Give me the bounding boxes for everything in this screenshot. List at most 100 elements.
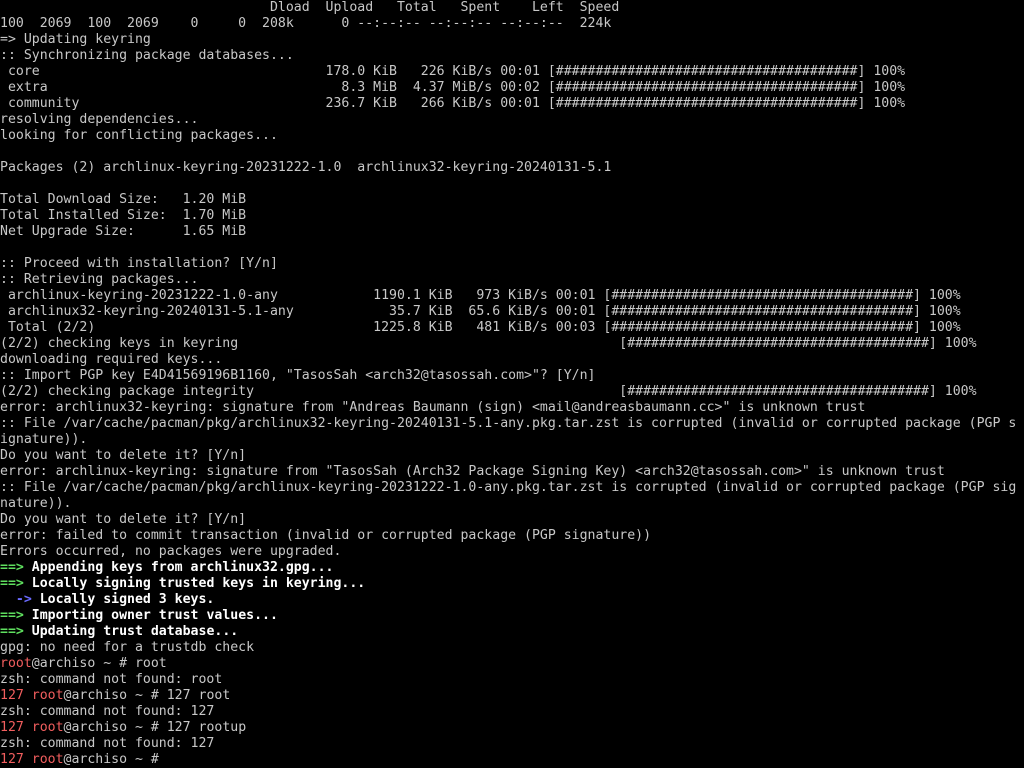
terminal-line: error: failed to commit transaction (inv… (0, 528, 1024, 544)
terminal-text: ==> (0, 608, 24, 623)
terminal-text: error: archlinux-keyring: signature from… (0, 464, 945, 479)
terminal-text: Dload Upload Total Spent Left Speed (0, 0, 620, 15)
terminal-text: ignature)). (0, 432, 88, 447)
terminal-line: nature)). (0, 496, 1024, 512)
terminal-line: 100 2069 100 2069 0 0 208k 0 --:--:-- --… (0, 16, 1024, 32)
terminal-text: Net Upgrade Size: 1.65 MiB (0, 224, 247, 239)
terminal-text: -> (0, 592, 32, 607)
terminal-text: zsh: command not found: root (0, 672, 223, 687)
terminal-text: 127 root (0, 688, 64, 703)
terminal-line: looking for conflicting packages... (0, 128, 1024, 144)
terminal-text: (2/2) checking package integrity [######… (0, 384, 977, 399)
terminal-text: downloading required keys... (0, 352, 223, 367)
terminal-text: archlinux32-keyring-20240131-5.1-any 35.… (0, 304, 961, 319)
terminal-line: downloading required keys... (0, 352, 1024, 368)
terminal-line: :: File /var/cache/pacman/pkg/archlinux3… (0, 416, 1024, 432)
terminal-text: nature)). (0, 496, 72, 511)
terminal-text: @archiso ~ # 127 rootup (63, 720, 247, 735)
terminal-text: Updating trust database... (23, 624, 239, 639)
terminal-screen[interactable]: Dload Upload Total Spent Left Speed 100 2… (0, 0, 1024, 768)
terminal-text: gpg: no need for a trustdb check (0, 640, 255, 655)
terminal-text: @archiso ~ # root (31, 656, 167, 671)
terminal-line: Do you want to delete it? [Y/n] (0, 448, 1024, 464)
terminal-text: :: File /var/cache/pacman/pkg/archlinux3… (0, 416, 1017, 431)
terminal-line: core 178.0 KiB 226 KiB/s 00:01 [########… (0, 64, 1024, 80)
terminal-line: ignature)). (0, 432, 1024, 448)
terminal-line: Total (2/2) 1225.8 KiB 481 KiB/s 00:03 [… (0, 320, 1024, 336)
terminal-text: @archiso ~ # 127 root (63, 688, 231, 703)
terminal-text: 127 root (0, 720, 64, 735)
terminal-line: resolving dependencies... (0, 112, 1024, 128)
terminal-line: :: Synchronizing package databases... (0, 48, 1024, 64)
terminal-text: error: failed to commit transaction (inv… (0, 528, 652, 543)
terminal-line: ==> Updating trust database... (0, 624, 1024, 640)
terminal-text: (2/2) checking keys in keyring [########… (0, 336, 977, 351)
terminal-text: community 236.7 KiB 266 KiB/s 00:01 [###… (0, 96, 906, 111)
terminal-line: Total Download Size: 1.20 MiB (0, 192, 1024, 208)
terminal-line: community 236.7 KiB 266 KiB/s 00:01 [###… (0, 96, 1024, 112)
terminal-text: Errors occurred, no packages were upgrad… (0, 544, 342, 559)
terminal-line: gpg: no need for a trustdb check (0, 640, 1024, 656)
terminal-line: zsh: command not found: 127 (0, 704, 1024, 720)
terminal-text: error: archlinux32-keyring: signature fr… (0, 400, 866, 415)
terminal-text: root (0, 656, 32, 671)
terminal-text: :: Synchronizing package databases... (0, 48, 294, 63)
terminal-text: looking for conflicting packages... (0, 128, 278, 143)
terminal-text: :: Retrieving packages... (0, 272, 199, 287)
terminal-text: Do you want to delete it? [Y/n] (0, 512, 247, 527)
terminal-text: 100 2069 100 2069 0 0 208k 0 --:--:-- --… (0, 16, 612, 31)
terminal-text: 127 root (0, 752, 64, 767)
terminal-line: 127 root@archiso ~ # 127 rootup (0, 720, 1024, 736)
terminal-line: zsh: command not found: 127 (0, 736, 1024, 752)
terminal-line: (2/2) checking package integrity [######… (0, 384, 1024, 400)
terminal-line: ==> Locally signing trusted keys in keyr… (0, 576, 1024, 592)
terminal-line: ==> Appending keys from archlinux32.gpg.… (0, 560, 1024, 576)
terminal-text: ==> (0, 576, 24, 591)
terminal-line: error: archlinux-keyring: signature from… (0, 464, 1024, 480)
terminal-line: Total Installed Size: 1.70 MiB (0, 208, 1024, 224)
terminal-line: -> Locally signed 3 keys. (0, 592, 1024, 608)
terminal-line: Packages (2) archlinux-keyring-20231222-… (0, 160, 1024, 176)
terminal-line: Errors occurred, no packages were upgrad… (0, 544, 1024, 560)
terminal-text: Appending keys from archlinux32.gpg... (23, 560, 334, 575)
terminal-text: :( (167, 752, 1024, 767)
terminal-line: Net Upgrade Size: 1.65 MiB (0, 224, 1024, 240)
terminal-line: 127 root@archiso ~ # :( (0, 752, 1024, 768)
terminal-text: Total (2/2) 1225.8 KiB 481 KiB/s 00:03 [… (0, 320, 961, 335)
terminal-line: zsh: command not found: root (0, 672, 1024, 688)
terminal-text: zsh: command not found: 127 (0, 704, 215, 719)
terminal-line: :: Import PGP key E4D41569196B1160, "Tas… (0, 368, 1024, 384)
terminal-text: ==> (0, 560, 24, 575)
terminal-line: Do you want to delete it? [Y/n] (0, 512, 1024, 528)
terminal-text: core 178.0 KiB 226 KiB/s 00:01 [########… (0, 64, 906, 79)
terminal-text: :: Import PGP key E4D41569196B1160, "Tas… (0, 368, 596, 383)
terminal-line: archlinux-keyring-20231222-1.0-any 1190.… (0, 288, 1024, 304)
terminal-text: Locally signed 3 keys. (31, 592, 215, 607)
terminal-line: :: Proceed with installation? [Y/n] (0, 256, 1024, 272)
terminal-line: archlinux32-keyring-20240131-5.1-any 35.… (0, 304, 1024, 320)
terminal-text: => Updating keyring (0, 32, 151, 47)
terminal-text: Total Download Size: 1.20 MiB (0, 192, 247, 207)
terminal-line: extra 8.3 MiB 4.37 MiB/s 00:02 [########… (0, 80, 1024, 96)
terminal-text: :: File /var/cache/pacman/pkg/archlinux-… (0, 480, 1017, 495)
terminal-line: root@archiso ~ # root (0, 656, 1024, 672)
terminal-line: 127 root@archiso ~ # 127 root (0, 688, 1024, 704)
terminal-text: archlinux-keyring-20231222-1.0-any 1190.… (0, 288, 961, 303)
terminal-line: => Updating keyring (0, 32, 1024, 48)
terminal-text: Do you want to delete it? [Y/n] (0, 448, 247, 463)
terminal-line: (2/2) checking keys in keyring [########… (0, 336, 1024, 352)
terminal-text: Locally signing trusted keys in keyring.… (23, 576, 366, 591)
terminal-text: :: Proceed with installation? [Y/n] (0, 256, 278, 271)
terminal-text: resolving dependencies... (0, 112, 199, 127)
terminal-text: Total Installed Size: 1.70 MiB (0, 208, 247, 223)
terminal-text: zsh: command not found: 127 (0, 736, 215, 751)
terminal-text: ==> (0, 624, 24, 639)
terminal-line: Dload Upload Total Spent Left Speed (0, 0, 1024, 16)
terminal-text: Packages (2) archlinux-keyring-20231222-… (0, 160, 612, 175)
terminal-text: @archiso ~ # (63, 752, 167, 767)
terminal-line: ==> Importing owner trust values... (0, 608, 1024, 624)
terminal-line: error: archlinux32-keyring: signature fr… (0, 400, 1024, 416)
